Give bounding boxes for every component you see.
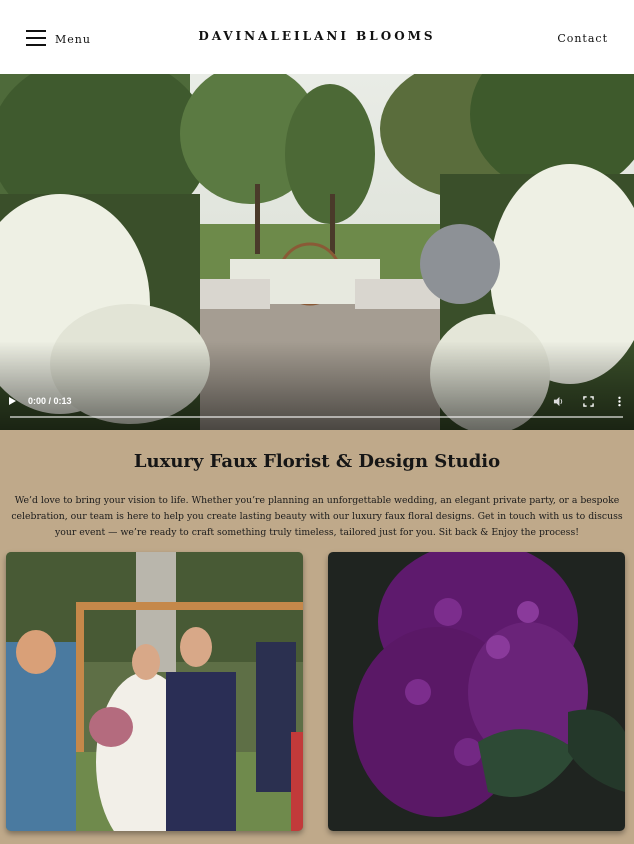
- volume-icon[interactable]: [553, 396, 564, 407]
- brand-logo[interactable]: DAVINALEILANI BLOOMS: [0, 29, 634, 43]
- play-icon[interactable]: [9, 397, 16, 405]
- fullscreen-icon[interactable]: [583, 396, 594, 407]
- more-options-icon[interactable]: [614, 396, 625, 407]
- wedding-couple-image: [6, 552, 303, 831]
- page-heading: Luxury Faux Florist & Design Studio: [133, 451, 501, 472]
- video-controls: [0, 385, 634, 430]
- video-progress-bar[interactable]: [10, 416, 623, 418]
- intro-paragraph: We’d love to bring your vision to life. …: [11, 495, 623, 538]
- hero-video[interactable]: [0, 74, 634, 430]
- wedding-photo-card[interactable]: [6, 552, 303, 831]
- lilac-photo-card[interactable]: [328, 552, 625, 831]
- ceremony-scene-image: [0, 74, 634, 430]
- site-header: Menu DAVINALEILANI BLOOMS Contact: [0, 0, 634, 74]
- video-time: 0:00 / 0:13: [28, 396, 72, 406]
- purple-lilac-image: [328, 552, 625, 831]
- contact-link[interactable]: Contact: [557, 32, 608, 45]
